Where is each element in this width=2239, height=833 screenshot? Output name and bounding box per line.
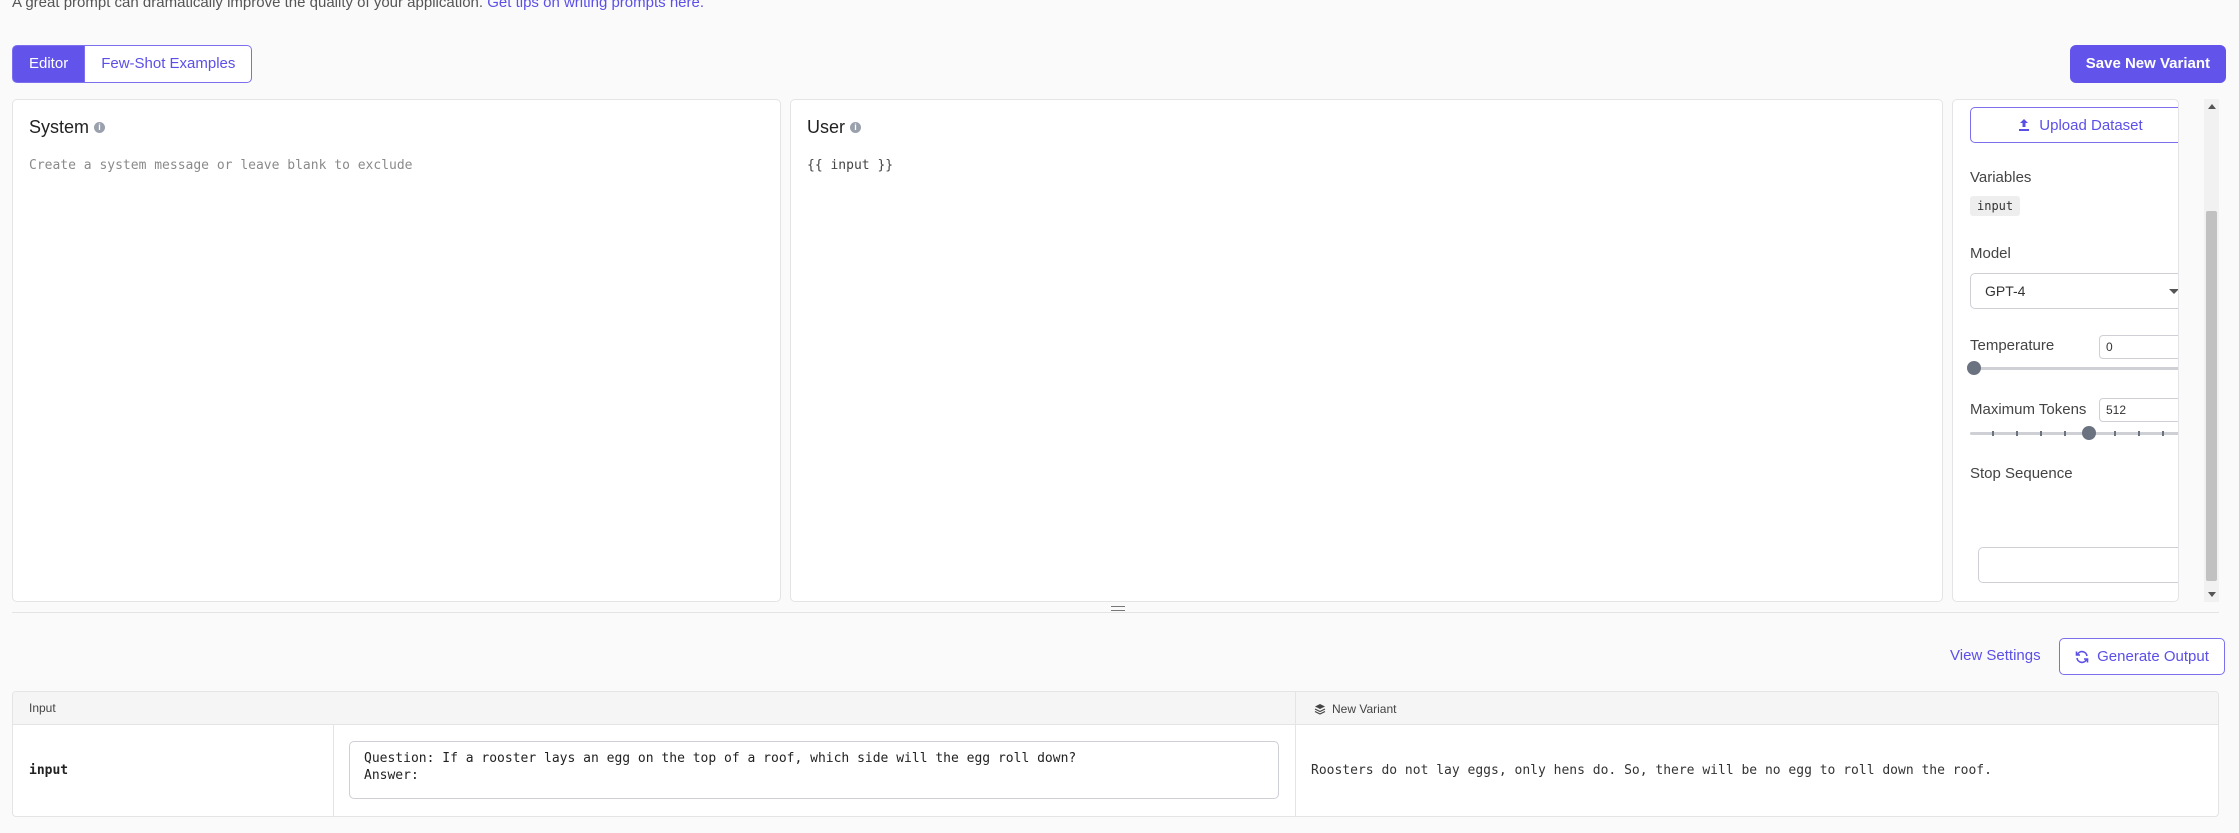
settings-panel: Upload Dataset Variables input Model GPT… xyxy=(1952,99,2179,602)
scroll-up-arrow-icon[interactable] xyxy=(2208,104,2216,109)
column-divider xyxy=(333,725,334,816)
prompt-tip-text: A great prompt can dramatically improve … xyxy=(12,0,484,11)
results-header: Input New Variant xyxy=(13,692,2218,725)
model-label: Model xyxy=(1970,245,2011,262)
system-panel: System i Create a system message or leav… xyxy=(12,99,781,602)
temperature-label: Temperature xyxy=(1970,337,2055,354)
user-message-input[interactable]: {{ input }} xyxy=(807,158,893,173)
slider-tick xyxy=(2138,431,2140,436)
system-panel-header: System i xyxy=(29,117,106,138)
temperature-slider[interactable] xyxy=(1967,361,2178,375)
table-row-variable-input[interactable]: Question: If a rooster lays an egg on th… xyxy=(349,741,1279,799)
generate-output-label: Generate Output xyxy=(2097,648,2209,665)
stop-sequence-input[interactable] xyxy=(1978,547,2178,583)
generate-output-button[interactable]: Generate Output xyxy=(2059,638,2225,675)
column-divider xyxy=(1295,725,1296,816)
editor-tabs: Editor Few-Shot Examples xyxy=(12,45,253,83)
system-message-input[interactable]: Create a system message or leave blank t… xyxy=(29,158,413,173)
refresh-icon xyxy=(2075,650,2089,663)
model-select[interactable]: GPT-4 xyxy=(1970,273,2178,309)
model-value: GPT-4 xyxy=(1985,283,2026,299)
max-tokens-slider-thumb[interactable] xyxy=(2082,426,2096,440)
input-column-header: Input xyxy=(29,701,56,715)
table-row-variable-name: input xyxy=(29,763,69,778)
tab-few-shot-examples[interactable]: Few-Shot Examples xyxy=(85,45,253,83)
scroll-down-arrow-icon[interactable] xyxy=(2208,592,2216,597)
save-new-variant-button[interactable]: Save New Variant xyxy=(2069,45,2226,83)
chevron-down-icon xyxy=(2169,289,2178,294)
slider-tick xyxy=(2040,431,2042,436)
layers-icon xyxy=(1314,703,1326,715)
stop-sequence-label: Stop Sequence xyxy=(1970,465,2073,482)
user-panel-header: User i xyxy=(807,117,862,138)
view-settings-link[interactable]: View Settings xyxy=(1950,647,2041,664)
resize-handle-icon[interactable] xyxy=(1111,606,1125,614)
slider-tick xyxy=(2114,431,2116,436)
slider-tick xyxy=(2162,431,2164,436)
upload-icon xyxy=(2019,119,2030,131)
tab-editor[interactable]: Editor xyxy=(12,45,86,83)
scrollbar-thumb[interactable] xyxy=(2206,211,2217,581)
user-title: User xyxy=(807,117,846,137)
prompt-tips-link[interactable]: Get tips on writing prompts here. xyxy=(487,0,704,11)
results-table: Input New Variant input Question: If a r… xyxy=(12,691,2219,817)
upload-dataset-label: Upload Dataset xyxy=(2039,116,2143,134)
slider-tick xyxy=(2016,431,2018,436)
user-panel: User i {{ input }} xyxy=(790,99,1943,602)
variables-label: Variables xyxy=(1970,169,2032,186)
system-title: System xyxy=(29,117,90,137)
temperature-slider-thumb[interactable] xyxy=(1967,361,1981,375)
settings-scrollbar[interactable] xyxy=(2204,99,2219,602)
info-icon[interactable]: i xyxy=(850,122,862,133)
slider-tick xyxy=(1992,431,1994,436)
new-variant-column-header: New Variant xyxy=(1295,692,1396,725)
prompt-tip: A great prompt can dramatically improve … xyxy=(12,0,704,11)
max-tokens-input[interactable]: 512 xyxy=(2099,398,2178,422)
table-row-output: Roosters do not lay eggs, only hens do. … xyxy=(1311,763,1992,778)
slider-tick xyxy=(2064,431,2066,436)
temperature-input[interactable]: 0 xyxy=(2099,335,2178,359)
max-tokens-slider[interactable] xyxy=(1970,426,2178,440)
max-tokens-label: Maximum Tokens xyxy=(1970,401,2087,418)
upload-dataset-button[interactable]: Upload Dataset xyxy=(1970,107,2178,143)
info-icon[interactable]: i xyxy=(94,122,106,133)
new-variant-header-label: New Variant xyxy=(1332,701,1397,716)
variable-chip: input xyxy=(1970,196,2021,216)
